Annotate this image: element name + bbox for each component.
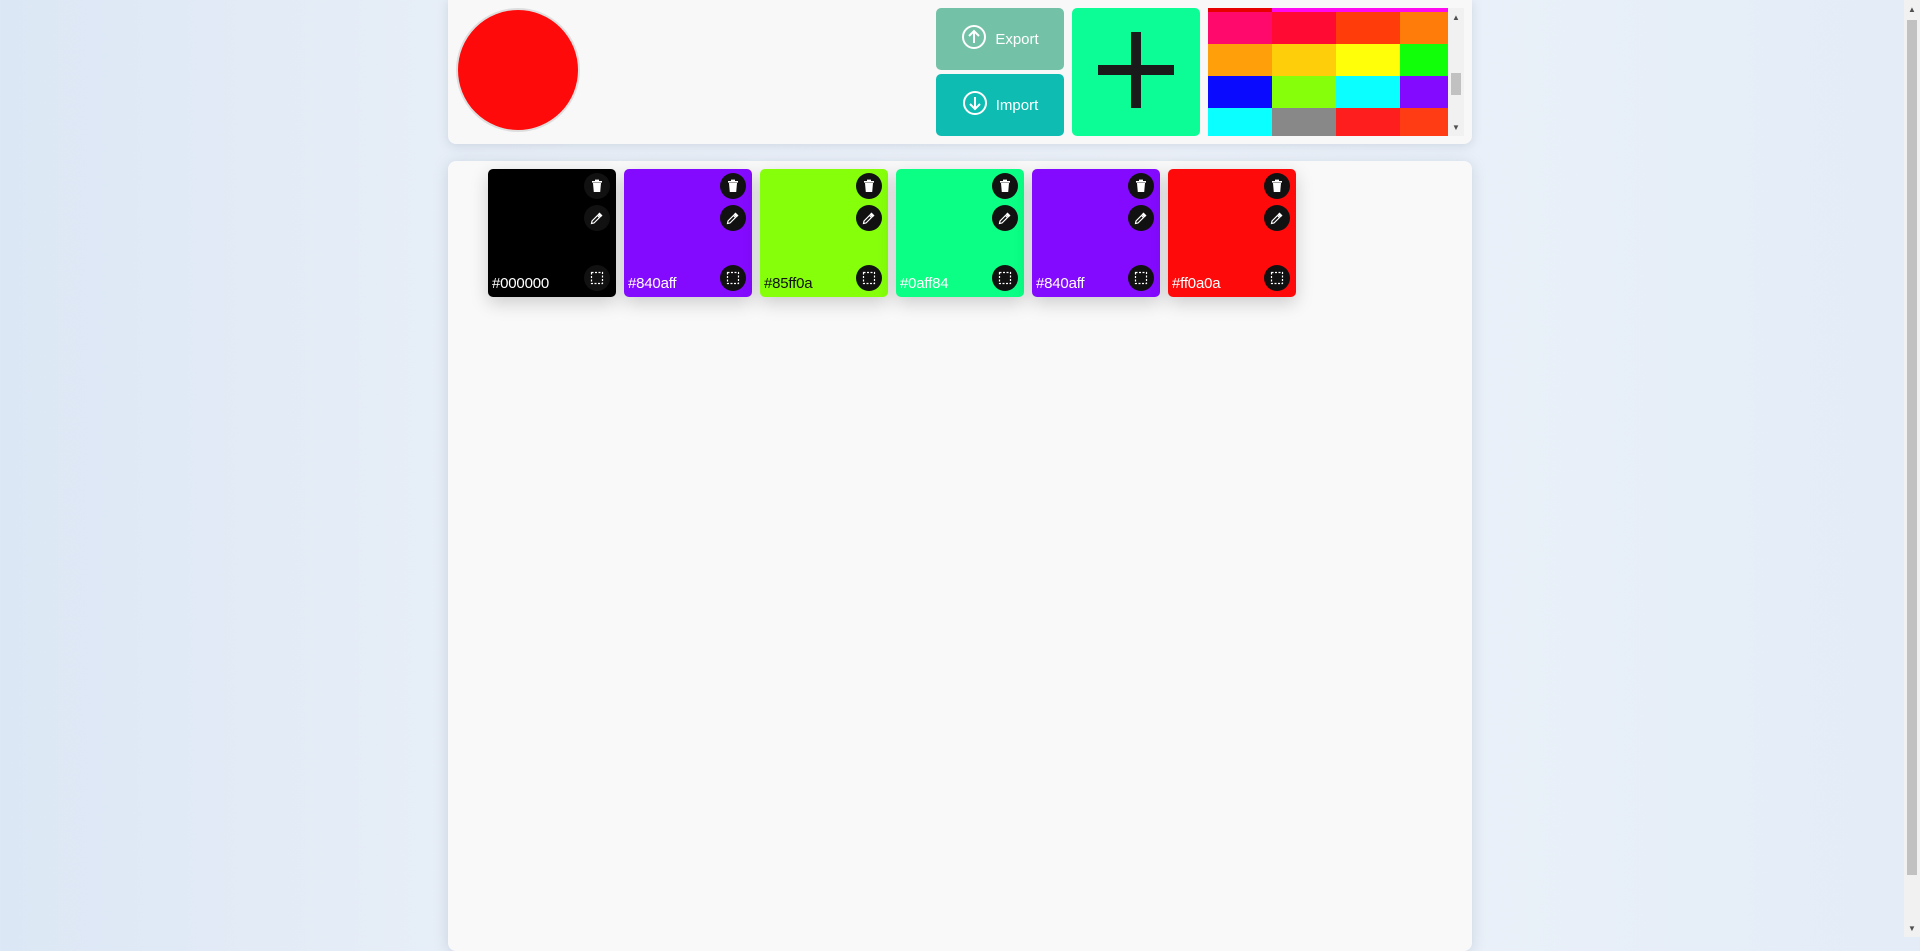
preset-palette	[1208, 8, 1464, 136]
delete-color-button[interactable]	[720, 173, 746, 199]
export-label: Export	[995, 30, 1039, 48]
pick-color-button[interactable]	[1264, 205, 1290, 231]
delete-color-button[interactable]	[992, 173, 1018, 199]
color-card[interactable]: #840aff	[624, 169, 752, 297]
select-area-icon	[590, 271, 604, 285]
select-area-icon	[1134, 271, 1148, 285]
trash-icon	[1270, 179, 1284, 193]
trash-icon	[862, 179, 876, 193]
palette-swatch[interactable]	[1272, 44, 1336, 76]
scroll-down-icon[interactable]: ▼	[1448, 120, 1464, 134]
select-color-button[interactable]	[720, 265, 746, 291]
select-color-button[interactable]	[1264, 265, 1290, 291]
pick-color-button[interactable]	[1128, 205, 1154, 231]
select-area-icon	[1270, 271, 1284, 285]
toolbar-panel: Export Import ▲ ▼	[448, 0, 1472, 144]
palette-swatch[interactable]	[1336, 108, 1400, 136]
palette-scrollbar[interactable]: ▲ ▼	[1448, 8, 1464, 136]
page-scrollbar[interactable]: ▲ ▼	[1904, 0, 1920, 937]
palette-swatch[interactable]	[1336, 76, 1400, 108]
color-card[interactable]: #85ff0a	[760, 169, 888, 297]
color-list-panel: #000000 #840aff #85ff0a #0aff84 #840aff #ff0a…	[448, 161, 1472, 951]
export-button[interactable]: Export	[936, 8, 1064, 70]
palette-scroll-thumb[interactable]	[1451, 73, 1461, 95]
select-color-button[interactable]	[856, 265, 882, 291]
color-card[interactable]: #ff0a0a	[1168, 169, 1296, 297]
trash-icon	[1134, 179, 1148, 193]
color-card[interactable]: #0aff84	[896, 169, 1024, 297]
color-card[interactable]: #840aff	[1032, 169, 1160, 297]
palette-swatch[interactable]	[1272, 12, 1336, 44]
add-color-button[interactable]	[1072, 8, 1200, 136]
palette-partial-row	[1208, 8, 1448, 12]
delete-color-button[interactable]	[584, 173, 610, 199]
color-hex-label: #840aff	[628, 275, 677, 292]
palette-swatch[interactable]	[1208, 76, 1272, 108]
color-hex-label: #85ff0a	[764, 275, 813, 292]
color-hex-label: #840aff	[1036, 275, 1085, 292]
arrow-up-circle-icon	[961, 24, 987, 54]
color-hex-label: #0aff84	[900, 275, 949, 292]
delete-color-button[interactable]	[1128, 173, 1154, 199]
delete-color-button[interactable]	[856, 173, 882, 199]
select-area-icon	[726, 271, 740, 285]
select-color-button[interactable]	[992, 265, 1018, 291]
scroll-up-icon[interactable]: ▲	[1448, 10, 1464, 24]
trash-icon	[726, 179, 740, 193]
eyedropper-icon	[998, 211, 1012, 225]
pick-color-button[interactable]	[856, 205, 882, 231]
plus-icon	[1096, 30, 1176, 115]
pick-color-button[interactable]	[992, 205, 1018, 231]
eyedropper-icon	[590, 211, 604, 225]
pick-color-button[interactable]	[720, 205, 746, 231]
page-scroll-thumb[interactable]	[1907, 20, 1917, 875]
trash-icon	[998, 179, 1012, 193]
page-scroll-down-icon[interactable]: ▼	[1904, 921, 1920, 935]
import-label: Import	[995, 96, 1039, 114]
select-color-button[interactable]	[584, 265, 610, 291]
eyedropper-icon	[1270, 211, 1284, 225]
trash-icon	[590, 179, 604, 193]
eyedropper-icon	[726, 211, 740, 225]
select-area-icon	[862, 271, 876, 285]
palette-swatch[interactable]	[1272, 76, 1336, 108]
color-card[interactable]: #000000	[488, 169, 616, 297]
palette-swatch[interactable]	[1336, 12, 1400, 44]
palette-swatch[interactable]	[1336, 44, 1400, 76]
palette-swatch[interactable]	[1208, 12, 1272, 44]
palette-swatch[interactable]	[1272, 108, 1336, 136]
color-hex-label: #000000	[492, 275, 549, 292]
palette-swatch[interactable]	[1208, 44, 1272, 76]
eyedropper-icon	[1134, 211, 1148, 225]
import-button[interactable]: Import	[936, 74, 1064, 136]
select-area-icon	[998, 271, 1012, 285]
delete-color-button[interactable]	[1264, 173, 1290, 199]
palette-swatch[interactable]	[1208, 108, 1272, 136]
arrow-down-circle-icon	[962, 90, 988, 120]
select-color-button[interactable]	[1128, 265, 1154, 291]
eyedropper-icon	[862, 211, 876, 225]
current-color-swatch[interactable]	[456, 8, 580, 132]
pick-color-button[interactable]	[584, 205, 610, 231]
page-scroll-up-icon[interactable]: ▲	[1904, 2, 1920, 16]
color-hex-label: #ff0a0a	[1172, 275, 1221, 292]
